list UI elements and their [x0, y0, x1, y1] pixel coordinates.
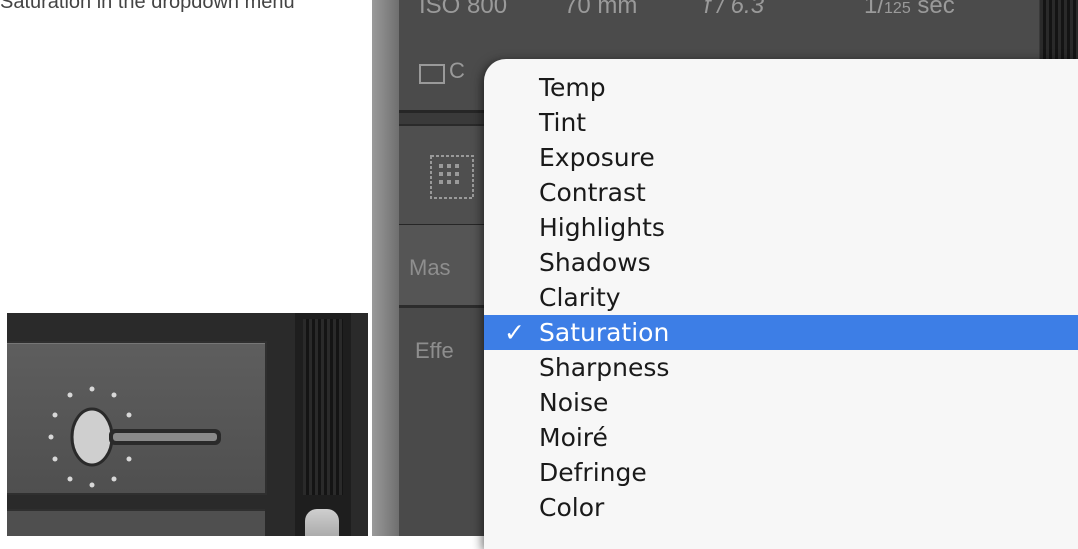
menu-item-saturation[interactable]: ✓ Saturation — [484, 315, 1078, 350]
menu-item-defringe[interactable]: Defringe — [484, 455, 1078, 490]
menu-item-sharpness[interactable]: Sharpness — [484, 350, 1078, 385]
menu-item-temp[interactable]: Temp — [484, 70, 1078, 105]
menu-item-highlights[interactable]: Highlights — [484, 210, 1078, 245]
scrollbar-thumb[interactable] — [305, 509, 339, 536]
menu-item-exposure[interactable]: Exposure — [484, 140, 1078, 175]
menu-item-noise[interactable]: Noise — [484, 385, 1078, 420]
shutter-den: 125 — [884, 0, 911, 17]
menu-item-label: Clarity — [539, 283, 621, 312]
menu-item-label: Moiré — [539, 423, 608, 452]
checkmark-icon: ✓ — [504, 318, 525, 347]
menu-item-label: Defringe — [539, 458, 647, 487]
menu-item-clarity[interactable]: Clarity — [484, 280, 1078, 315]
menu-item-shadows[interactable]: Shadows — [484, 245, 1078, 280]
menu-item-label: Temp — [539, 73, 606, 102]
scrollbar[interactable] — [295, 313, 351, 536]
shutter-num: 1/ — [864, 0, 885, 19]
menu-item-moire[interactable]: Moiré — [484, 420, 1078, 455]
caption: Saturation in the dropdown menu — [0, 0, 295, 13]
graduated-filter-grid-icon[interactable] — [429, 154, 475, 200]
exif-focal-length: 70 mm — [564, 0, 638, 19]
menu-item-label: Noise — [539, 388, 609, 417]
menu-item-contrast[interactable]: Contrast — [484, 175, 1078, 210]
menu-item-label: Highlights — [539, 213, 665, 242]
menu-item-tint[interactable]: Tint — [484, 105, 1078, 140]
exif-row: ISO 800 70 mm f / 6.3 1/125 sec — [399, 0, 1039, 32]
scrollbar-track — [303, 319, 343, 495]
checkbox-label: C — [449, 58, 465, 83]
effect-label: Effe — [415, 338, 454, 363]
menu-item-label: Exposure — [539, 143, 655, 172]
brush-tool-icon — [48, 386, 221, 488]
menu-item-label: Shadows — [539, 248, 651, 277]
menu-list: Temp Tint Exposure Contrast Highlights Shadow… — [484, 70, 1078, 525]
menu-item-label: Tint — [539, 108, 587, 137]
mask-label: Mas — [409, 255, 451, 280]
effect-dropdown-menu: Temp Tint Exposure Contrast Highlights Shadow… — [484, 59, 1078, 549]
checkbox-icon[interactable] — [419, 64, 445, 84]
menu-item-label: Sharpness — [539, 353, 670, 382]
menu-item-label: Saturation — [539, 318, 670, 347]
menu-item-label: Contrast — [539, 178, 646, 207]
tool-box-lower — [7, 509, 265, 536]
shutter-unit: sec — [910, 0, 955, 19]
panel-rail — [372, 0, 399, 536]
exif-iso: ISO 800 — [419, 0, 508, 19]
brush-tool-inset — [7, 313, 368, 536]
exif-shutter: 1/125 sec — [864, 0, 955, 20]
exif-aperture: f / 6.3 — [704, 0, 765, 19]
adjustment-brush-tool-box[interactable] — [7, 341, 267, 495]
menu-item-label: Color — [539, 493, 605, 522]
menu-item-color[interactable]: Color — [484, 490, 1078, 525]
